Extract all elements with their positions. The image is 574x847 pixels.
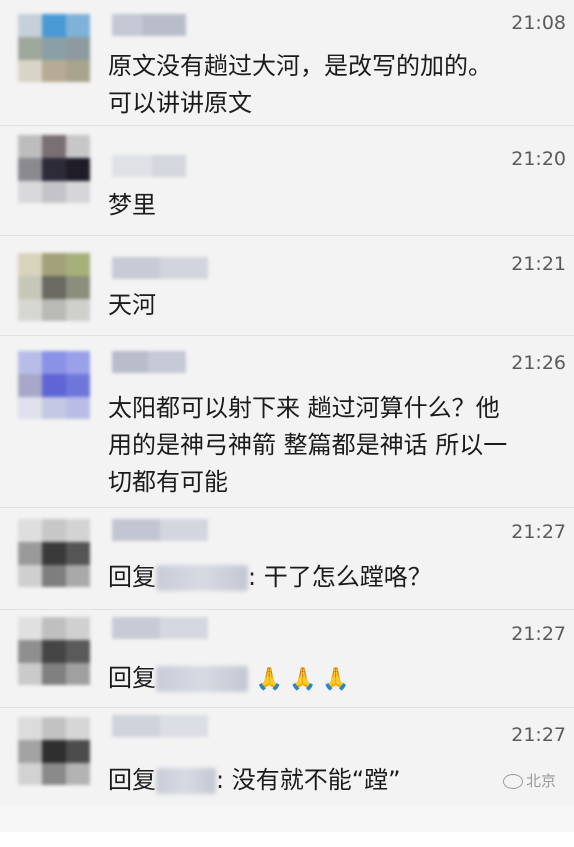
comment-item: 21:27 回复 : 干了怎么蹚咯？ (0, 507, 574, 610)
bottom-bar (0, 832, 574, 847)
reply-target-blurred[interactable] (156, 565, 248, 591)
avatar[interactable] (18, 135, 90, 203)
comment-time: 21:26 (511, 352, 566, 374)
reply-target-blurred[interactable] (156, 666, 248, 692)
comment-text: 回复 🙏🙏🙏 (108, 660, 554, 698)
comment-text: 原文没有趟过大河，是改写的加的。 可以讲讲原文 (108, 52, 492, 117)
reply-text: : 干了怎么蹚咯？ (248, 563, 432, 591)
reply-text: : 没有就不能“蹚” (216, 766, 401, 794)
avatar[interactable] (18, 717, 90, 785)
username-blurred[interactable] (112, 351, 186, 373)
comment-text: 太阳都可以射下来 趟过河算什么？他 用的是神弓神箭 整篇都是神话 所以一 切都有… (108, 394, 508, 496)
folded-hands-emoji: 🙏🙏🙏 (255, 666, 356, 692)
comment-text: 回复 : 干了怎么蹚咯？ (108, 559, 554, 596)
avatar[interactable] (18, 253, 90, 321)
comment-item: 21:27 回复 🙏🙏🙏 (0, 609, 574, 708)
username-blurred[interactable] (112, 155, 186, 177)
comment-text: 天河 (108, 291, 156, 319)
comment-time: 21:27 (511, 724, 566, 746)
comment-time: 21:27 (511, 623, 566, 645)
comment-item: 21:26 太阳都可以射下来 趟过河算什么？他 用的是神弓神箭 整篇都是神话 所… (0, 335, 574, 508)
username-blurred[interactable] (112, 715, 208, 737)
username-blurred[interactable] (112, 257, 208, 279)
comment-time: 21:08 (511, 12, 566, 34)
avatar[interactable] (18, 14, 90, 82)
watermark-text: 北京 (526, 772, 557, 790)
reply-prefix: 回复 (108, 766, 156, 794)
comment-text: 回复 : 没有就不能“蹚” (108, 762, 554, 799)
comment-item: 21:21 天河 (0, 235, 574, 336)
username-blurred[interactable] (112, 519, 208, 541)
reply-target-blurred[interactable] (156, 768, 216, 794)
wechat-icon (503, 774, 523, 789)
comment-item: 21:27 回复 : 没有就不能“蹚” (0, 707, 574, 806)
username-blurred[interactable] (112, 617, 208, 639)
avatar[interactable] (18, 617, 90, 685)
avatar[interactable] (18, 351, 90, 419)
comment-time: 21:27 (511, 521, 566, 543)
reply-prefix: 回复 (108, 563, 156, 591)
comment-item: 21:08 原文没有趟过大河，是改写的加的。 可以讲讲原文 (0, 0, 574, 126)
comment-item: 21:20 梦里 (0, 125, 574, 236)
comment-feed: 21:08 原文没有趟过大河，是改写的加的。 可以讲讲原文 21:20 梦里 2… (0, 0, 574, 806)
comment-text: 梦里 (108, 191, 156, 219)
username-blurred[interactable] (112, 14, 186, 36)
comment-time: 21:21 (511, 253, 566, 275)
section-divider (0, 806, 574, 832)
watermark: 北京 (503, 770, 556, 791)
avatar[interactable] (18, 519, 90, 587)
reply-prefix: 回复 (108, 664, 156, 692)
comment-time: 21:20 (511, 148, 566, 170)
